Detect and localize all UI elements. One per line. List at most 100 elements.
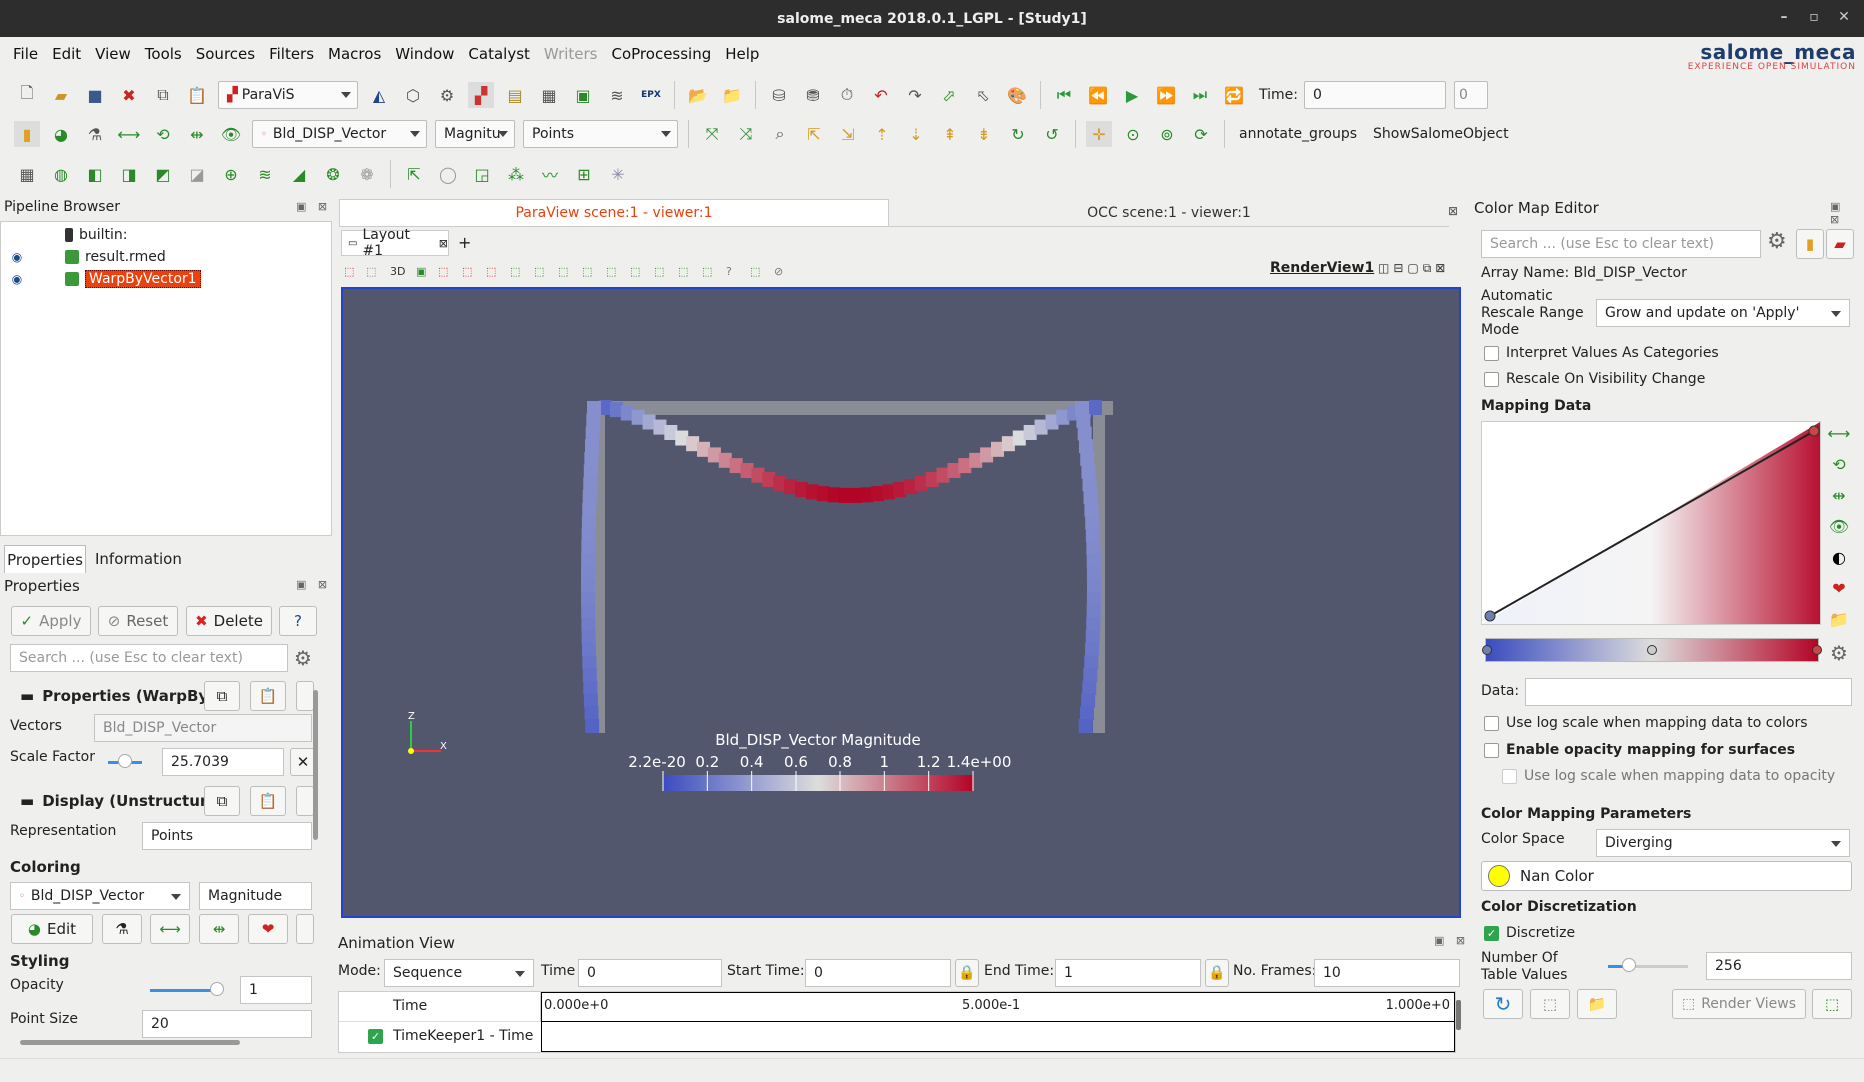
paste-display-button[interactable]: 📋 [250,786,286,816]
menu-view[interactable]: View [88,45,138,63]
clip-icon[interactable]: ◧ [82,161,108,187]
view-minus-z-icon[interactable]: ⇟ [971,121,997,147]
color-point-low[interactable] [1482,645,1492,655]
opacity-point-low[interactable] [1484,610,1496,622]
tree-item-builtin[interactable]: builtin: [65,224,128,246]
open-folder-icon[interactable]: ▰ [48,82,74,108]
save-default-icon[interactable]: ⬚ [1530,989,1570,1019]
first-frame-icon[interactable]: ⏮ [1051,82,1077,108]
timeline-ruler[interactable]: 0.000e+0 5.000e-1 1.000e+0 [541,992,1455,1022]
mesh-module-icon[interactable]: ⬡ [400,82,426,108]
close-view-icon[interactable]: ⊠ [1448,204,1458,218]
camera-parallel-icon[interactable]: ⬚ [366,265,390,278]
stream-tracer-icon[interactable]: ≋ [252,161,278,187]
rotate-minus-90-icon[interactable]: ↺ [1039,121,1065,147]
log-scale-opacity-checkbox[interactable] [1502,769,1517,784]
toggle-color-legend-icon[interactable]: ▮ [14,121,40,147]
redo-icon[interactable]: ↷ [902,82,928,108]
animation-scrollbar[interactable] [1456,1000,1461,1030]
loop-icon[interactable]: 🔁 [1221,82,1247,108]
clear-selection-icon[interactable]: ⊘ [774,265,798,278]
camera-icon[interactable]: ▣ [416,265,438,278]
choose-preset-button[interactable]: ⚗ [102,914,142,944]
color-component-dropdown[interactable]: Magnitude [199,882,312,910]
save-settings-icon[interactable]: 📁 [1577,989,1617,1019]
view-plus-x-icon[interactable]: ⇱ [801,121,827,147]
menu-edit[interactable]: Edit [45,45,88,63]
rescale-range-button[interactable]: ⟷ [150,914,190,944]
toggle-3d-button[interactable]: 3D [390,265,416,278]
rescale-temporal-range-icon[interactable]: ⇹ [1826,486,1852,512]
scalar-bar-properties-icon[interactable]: ▰ [1826,229,1854,259]
scale-vector-icon[interactable]: ✳ [605,161,631,187]
menu-file[interactable]: File [6,45,45,63]
visibility-eye-icon[interactable]: ◉ [9,250,25,264]
polygon-select-icon[interactable]: ⬚ [558,265,582,278]
extract-level-icon[interactable]: ❁ [354,161,380,187]
advanced-settings-gear-icon[interactable]: ⚙ [1826,641,1852,667]
rescale-temporal-icon[interactable]: ⟲ [150,121,176,147]
group-datasets-icon[interactable]: ❂ [320,161,346,187]
end-time-lock-icon[interactable]: 🔒 [1205,959,1229,987]
color-point-mid[interactable] [1647,645,1657,655]
close-study-icon[interactable]: ✖ [116,82,142,108]
table-values-input[interactable]: 256 [1706,952,1852,980]
menu-sources[interactable]: Sources [189,45,262,63]
properties-dock-buttons[interactable]: ▣ ⊠ [296,578,331,591]
find-data-icon[interactable]: ⬚ [750,265,774,278]
glyph-icon[interactable]: ⊕ [218,161,244,187]
render-view[interactable]: Bld_DISP_Vector Magnitude 2.2e-20 0.2 0.… [341,287,1461,918]
frames-input[interactable]: 10 [1314,959,1460,987]
extract-groups-icon[interactable]: ◲ [469,161,495,187]
pipeline-dock-buttons[interactable]: ▣ ⊠ [296,200,331,213]
reset-properties-button[interactable] [296,681,314,711]
tree-item-result-rmed[interactable]: result.rmed [65,246,166,268]
apply-button[interactable]: ✓ Apply [11,606,91,636]
animation-dock-buttons[interactable]: ▣ ⊠ [1434,934,1469,947]
menu-catalyst[interactable]: Catalyst [461,45,536,63]
time-index-spinbox[interactable]: 0 [1453,81,1488,109]
shrink-select-icon[interactable]: ⬚ [606,265,630,278]
properties-section-header[interactable]: ▬ Properties (WarpBy' [20,687,213,705]
rescale-custom-button[interactable]: ⇹ [199,914,239,944]
properties-search-input[interactable]: Search ... (use Esc to clear text) [10,644,288,672]
calculator-icon[interactable]: ▦ [14,161,40,187]
menu-writers[interactable]: Writers [537,45,605,63]
last-frame-icon[interactable]: ⏭ [1187,82,1213,108]
close-icon[interactable]: ✕ [1834,9,1854,25]
hover-points-icon[interactable]: ⬚ [678,265,702,278]
zoom-box-icon[interactable]: ⌕ [767,121,793,147]
timekeeper-checkbox[interactable]: ✓ [368,1029,383,1044]
interactive-select-icon[interactable]: ⬚ [534,265,558,278]
view-split-buttons[interactable]: ◫⊟▢⧉⊠ [1378,261,1449,276]
properties-v-scrollbar[interactable] [313,690,318,840]
hover-cells-icon[interactable]: ⬚ [702,265,726,278]
opacity-point-high[interactable] [1808,425,1820,437]
scale-factor-slider-handle[interactable] [118,754,132,768]
menu-tools[interactable]: Tools [138,45,189,63]
data-input[interactable] [1525,678,1852,706]
previous-frame-icon[interactable]: ⏪ [1085,82,1111,108]
rescale-custom-range-icon[interactable]: ⟲ [1826,455,1852,481]
reset-camera-icon[interactable]: ⤧ [699,121,725,147]
rescale-visible-range-icon[interactable]: 👁 [1826,517,1852,543]
elno-mesh-icon[interactable]: ⇱ [401,161,427,187]
color-point-high[interactable] [1812,645,1822,655]
plot-select-icon[interactable]: ⬚ [654,265,678,278]
properties-h-scrollbar[interactable] [20,1040,240,1045]
timer-icon[interactable]: ⏱ [834,82,860,108]
epx-icon[interactable]: EPX [638,82,664,108]
menu-help[interactable]: Help [718,45,766,63]
recent-data-icon[interactable]: 📁 [719,82,745,108]
reset-display-button[interactable] [296,786,314,816]
interpret-categories-checkbox[interactable] [1484,346,1499,361]
threshold-icon[interactable]: ◩ [150,161,176,187]
connect-icon[interactable]: ⛁ [766,82,792,108]
paste-icon[interactable]: 📋 [184,82,210,108]
colormap-dock-buttons[interactable]: ▣ ⊠ [1830,200,1864,226]
representation-selector[interactable]: Points [523,120,678,148]
paravis-module-icon[interactable]: ▞ [468,82,494,108]
edit-colormap-button[interactable]: ◕ Edit [11,914,93,944]
elga-cells-icon[interactable]: ⊞ [571,161,597,187]
colormap-gear-icon[interactable]: ⚙ [1767,229,1787,254]
